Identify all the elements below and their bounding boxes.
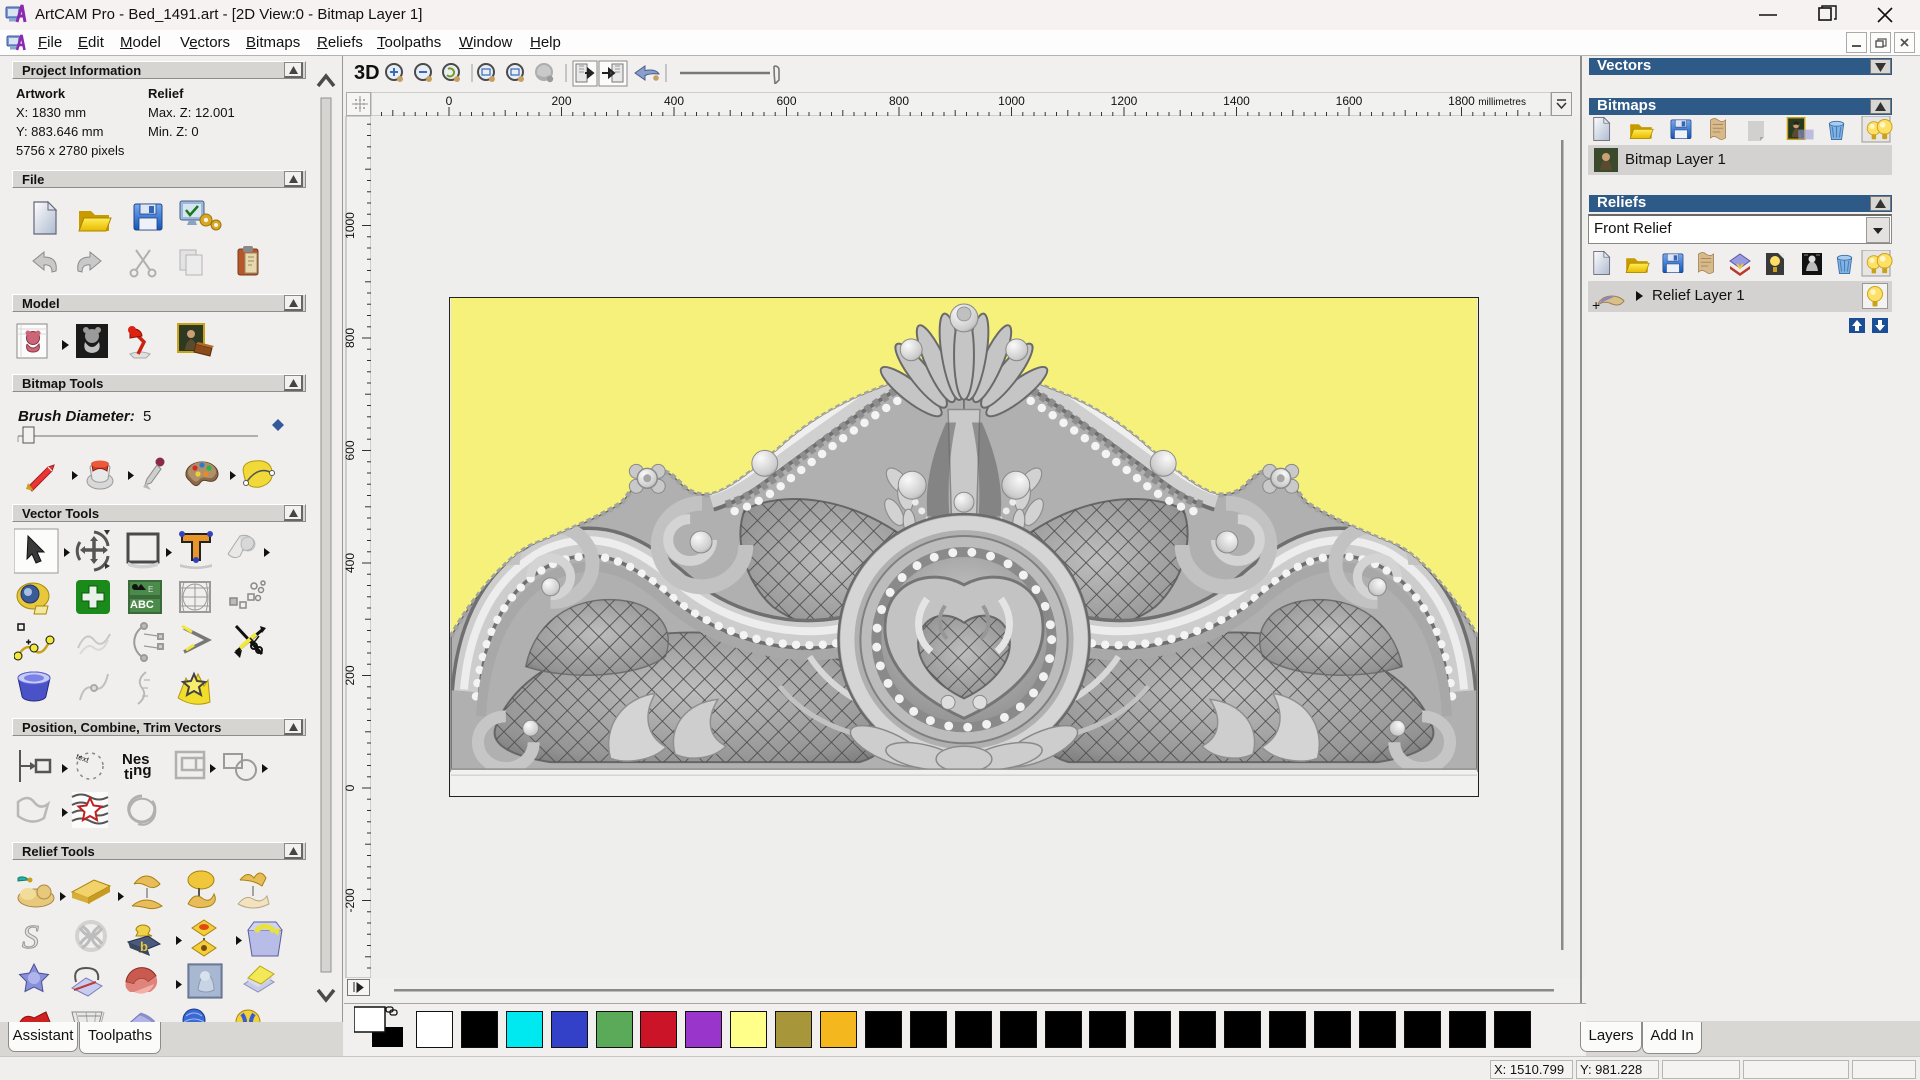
svg-text:millimetres: millimetres — [1478, 97, 1526, 108]
svg-text:E: E — [148, 585, 153, 594]
svg-text:800: 800 — [344, 328, 357, 348]
svg-text:800: 800 — [889, 94, 909, 108]
svg-text:b: b — [140, 939, 148, 954]
svg-text:1000: 1000 — [998, 94, 1025, 108]
svg-text:400: 400 — [344, 553, 357, 573]
svg-text:+: + — [1592, 297, 1600, 311]
svg-text:1600: 1600 — [1336, 94, 1363, 108]
svg-text:1800: 1800 — [1448, 94, 1475, 108]
svg-text:ting: ting — [124, 762, 152, 783]
svg-text:ABC: ABC — [130, 599, 154, 611]
svg-text:S: S — [22, 919, 39, 956]
svg-text:0: 0 — [344, 784, 357, 791]
svg-text:1200: 1200 — [1111, 94, 1138, 108]
svg-text:1400: 1400 — [1223, 94, 1250, 108]
svg-text:400: 400 — [664, 94, 684, 108]
svg-text:0: 0 — [446, 94, 453, 108]
svg-text:1000: 1000 — [344, 212, 357, 239]
svg-text:600: 600 — [344, 440, 357, 460]
svg-text:600: 600 — [776, 94, 796, 108]
svg-text:200: 200 — [344, 665, 357, 685]
svg-text:-200: -200 — [344, 888, 357, 912]
svg-text:200: 200 — [551, 94, 571, 108]
